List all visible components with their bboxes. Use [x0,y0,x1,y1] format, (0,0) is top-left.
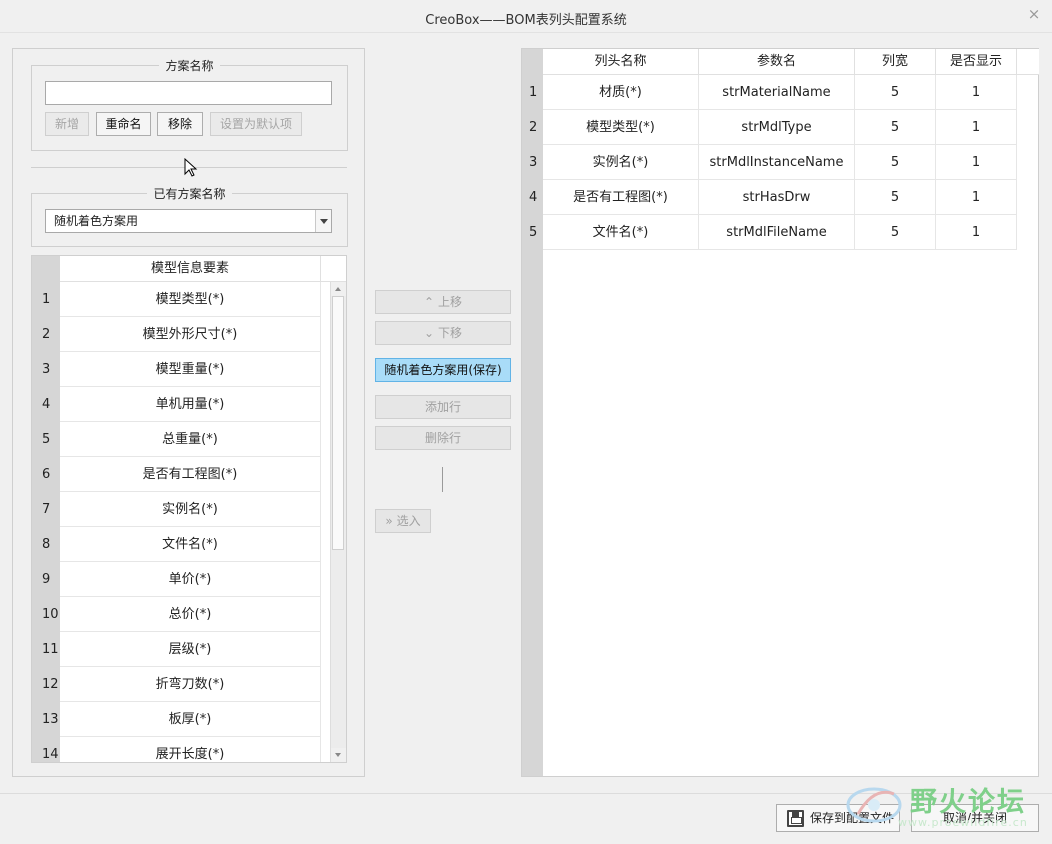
save-icon [787,810,804,827]
cell-column-name[interactable]: 模型类型(*) [543,110,699,145]
add-row-button[interactable]: 添加行 [375,395,511,419]
cell-is-shown[interactable]: 1 [936,110,1017,145]
table-row[interactable]: 是否有工程图(*) [60,457,321,492]
cell-param-name[interactable]: strMaterialName [699,75,855,110]
existing-scheme-dropdown[interactable]: 随机着色方案用 [45,209,332,233]
row-number: 7 [42,502,51,517]
table-row[interactable]: 模型外形尺寸(*) [60,317,321,352]
move-up-label: 上移 [438,295,463,309]
row-number: 1 [42,292,51,307]
table-row[interactable]: 单机用量(*) [60,387,321,422]
scheme-name-legend: 方案名称 [165,59,214,73]
double-chevron-right-icon: » [385,514,393,528]
model-elements-table: 模型信息要素 1 模型类型(*) 2 模型外形尺寸(*) 3 模型重量(*) 4 单机用量(*… [31,255,347,763]
cell-column-width[interactable]: 5 [855,215,936,250]
header-column-name[interactable]: 列头名称 [543,49,699,75]
select-in-button[interactable]: » 选入 [375,509,431,533]
delete-row-button[interactable]: 删除行 [375,426,511,450]
footer-divider [0,793,1052,794]
row-number: 2 [529,120,538,135]
cell-param-name[interactable]: strMdlType [699,110,855,145]
move-down-label: 下移 [438,326,463,340]
table-row[interactable]: 展开长度(*) [60,737,321,762]
model-elements-header[interactable]: 模型信息要素 [60,256,321,282]
table-row[interactable]: 板厚(*) [60,702,321,737]
row-number: 11 [42,642,59,657]
chevron-up-icon: ⌃ [423,295,435,309]
table-row[interactable]: 总价(*) [60,597,321,632]
cell-param-name[interactable]: strMdlFileName [699,215,855,250]
move-up-button[interactable]: ⌃ 上移 [375,290,511,314]
window-title: CreoBox——BOM表列头配置系统 [425,13,627,28]
scrollbar-thumb[interactable] [332,296,344,550]
row-number: 5 [42,432,51,447]
save-to-config-file-button[interactable]: 保存到配置文件 [776,804,900,832]
cell-column-width[interactable]: 5 [855,110,936,145]
row-number: 10 [42,607,59,622]
table-row[interactable]: 模型类型(*) [60,282,321,317]
header-param-name[interactable]: 参数名 [699,49,855,75]
scroll-up-icon[interactable] [331,282,346,296]
column-config-table: 列头名称 参数名 列宽 是否显示 1 材质(*) strMaterialName 5 1… [521,48,1039,777]
cell-column-width[interactable]: 5 [855,145,936,180]
existing-scheme-selected: 随机着色方案用 [54,214,139,228]
cell-is-shown[interactable]: 1 [936,75,1017,110]
row-number: 4 [42,397,51,412]
row-number: 3 [529,155,538,170]
title-bar: CreoBox——BOM表列头配置系统 × [0,0,1052,33]
cell-is-shown[interactable]: 1 [936,180,1017,215]
cancel-close-button[interactable]: 取消/并关闭 [911,804,1039,832]
table-row[interactable]: 总重量(*) [60,422,321,457]
row-number: 2 [42,327,51,342]
table-row[interactable]: 模型重量(*) [60,352,321,387]
cell-is-shown[interactable]: 1 [936,215,1017,250]
cell-column-name[interactable]: 材质(*) [543,75,699,110]
row-number: 9 [42,572,51,587]
existing-scheme-legend: 已有方案名称 [153,187,226,201]
chevron-down-icon[interactable] [315,210,331,232]
rename-scheme-button[interactable]: 重命名 [96,112,151,136]
row-number: 8 [42,537,51,552]
table-row[interactable]: 折弯刀数(*) [60,667,321,702]
close-icon[interactable]: × [1026,6,1042,22]
row-number: 3 [42,362,51,377]
row-number: 12 [42,677,59,692]
save-scheme-button[interactable]: 随机着色方案用(保存) [375,358,511,382]
header-filler [321,256,346,282]
table-row[interactable]: 文件名(*) [60,527,321,562]
add-scheme-button[interactable]: 新增 [45,112,89,136]
table-row[interactable]: 实例名(*) [60,492,321,527]
scheme-name-input[interactable] [45,81,332,105]
set-default-button[interactable]: 设置为默认项 [210,112,302,136]
row-number: 13 [42,712,59,727]
row-number: 6 [42,467,51,482]
table-row[interactable]: 层级(*) [60,632,321,667]
scroll-down-icon[interactable] [331,748,346,762]
cell-column-width[interactable]: 5 [855,180,936,215]
cell-column-name[interactable]: 文件名(*) [543,215,699,250]
row-number: 14 [42,747,59,762]
header-is-shown[interactable]: 是否显示 [936,49,1017,75]
chevron-down-icon: ⌄ [423,326,435,340]
cell-is-shown[interactable]: 1 [936,145,1017,180]
move-down-button[interactable]: ⌄ 下移 [375,321,511,345]
row-number: 4 [529,190,538,205]
cell-column-name[interactable]: 实例名(*) [543,145,699,180]
cell-param-name[interactable]: strHasDrw [699,180,855,215]
remove-scheme-button[interactable]: 移除 [157,112,203,136]
header-filler [1017,49,1039,75]
save-to-config-file-label: 保存到配置文件 [810,811,895,825]
mouse-cursor-icon [184,158,198,177]
table-row[interactable]: 单价(*) [60,562,321,597]
cell-column-name[interactable]: 是否有工程图(*) [543,180,699,215]
header-column-width[interactable]: 列宽 [855,49,936,75]
select-in-label: 选入 [396,514,421,528]
cell-param-name[interactable]: strMdlInstanceName [699,145,855,180]
elements-vertical-scrollbar[interactable] [330,282,346,762]
row-number: 1 [529,85,538,100]
middle-divider [442,467,443,492]
cell-column-width[interactable]: 5 [855,75,936,110]
row-number: 5 [529,225,538,240]
